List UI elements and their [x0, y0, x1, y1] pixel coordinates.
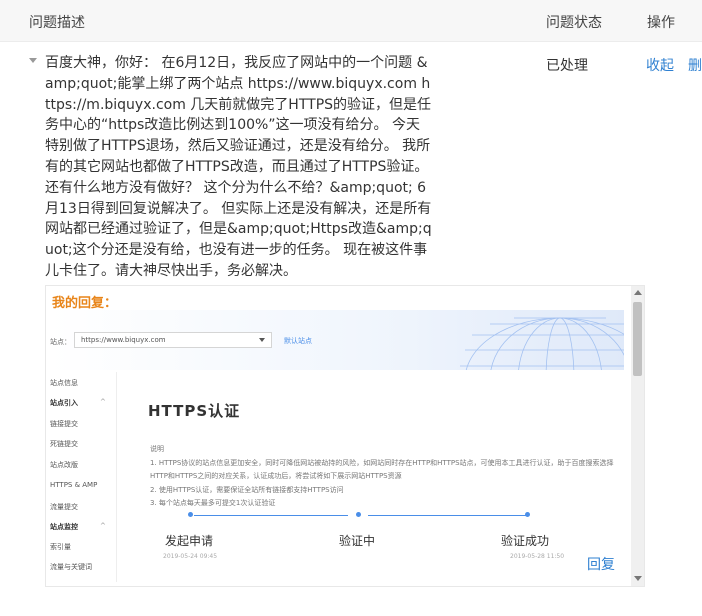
- reply-title: 我的回复：: [52, 296, 118, 311]
- scroll-thumb[interactable]: [633, 302, 642, 376]
- note-line: HTTP和HTTPS之间的对应关系，认证成功后，将尝试将如下展示网站HTTPS资…: [150, 472, 402, 480]
- site-label: 站点：: [50, 338, 71, 346]
- column-header-description: 问题描述: [29, 15, 85, 31]
- table-header: 问题描述 问题状态 操作: [0, 0, 702, 42]
- screenshot-sidebar-item: 流量与关键词: [50, 563, 92, 571]
- screenshot-sidebar-item: 链接提交: [50, 420, 78, 428]
- scroll-up-arrow-icon[interactable]: [634, 290, 642, 295]
- default-site-link: 默认站点: [284, 337, 312, 345]
- question-row: 百度大神，你好： 在6月12日，我反应了网站中的一个问题 &amp;quot;能…: [0, 42, 702, 616]
- step-date-success: 2019-05-28 11:50: [510, 553, 565, 560]
- step-label-success: 验证成功: [501, 534, 550, 548]
- step-label-verifying: 验证中: [339, 534, 376, 548]
- site-select-value: https://www.biquyx.com: [81, 336, 166, 344]
- column-header-actions: 操作: [647, 15, 675, 31]
- screenshot-sidebar-item: 站点改版: [50, 461, 78, 469]
- screenshot-sidebar-item: 站点监控: [50, 523, 78, 531]
- screenshot-sidebar-item: 流量提交: [50, 503, 78, 511]
- screenshot-sidebar-item: 死链提交: [50, 440, 78, 448]
- collapse-caret-icon[interactable]: [29, 58, 37, 63]
- attached-screenshot: 站点： https://www.biquyx.com 默认站点 站点信息 站点引…: [50, 310, 628, 582]
- screenshot-sidebar-item: 站点引入: [50, 399, 78, 407]
- chevron-down-icon: [259, 338, 265, 342]
- progress-line: [368, 515, 528, 516]
- step-dot: [525, 512, 530, 517]
- question-description: 百度大神，你好： 在6月12日，我反应了网站中的一个问题 &amp;quot;能…: [45, 55, 432, 279]
- step-dot: [188, 512, 193, 517]
- note-line: 说明: [150, 445, 164, 453]
- delete-link[interactable]: 删: [688, 55, 702, 75]
- screenshot-topbar: 站点： https://www.biquyx.com 默认站点: [50, 310, 624, 370]
- step-dot: [356, 512, 361, 517]
- column-header-status: 问题状态: [546, 15, 602, 31]
- https-page-title: HTTPS认证: [148, 402, 241, 420]
- note-line: 3. 每个站点每天最多可提交1次认证验证: [150, 499, 276, 507]
- chevron-up-icon: ^: [100, 398, 106, 406]
- scroll-down-arrow-icon[interactable]: [634, 576, 642, 581]
- screenshot-sidebar-item: 索引量: [50, 543, 71, 551]
- screenshot-sidebar-item: HTTPS & AMP: [50, 481, 98, 489]
- step-date-submit: 2019-05-24 09:45: [163, 553, 218, 560]
- step-label-submit: 发起申请: [165, 534, 214, 548]
- screenshot-content: HTTPS认证 说明 1. HTTPS协议的站点信息更加安全，同时可降低网站被劫…: [120, 372, 624, 582]
- progress-line: [194, 515, 348, 516]
- reply-scrollbar[interactable]: [631, 286, 644, 586]
- chevron-up-icon: ^: [100, 522, 106, 530]
- site-select: https://www.biquyx.com: [74, 332, 272, 348]
- collapse-link[interactable]: 收起: [646, 55, 674, 75]
- globe-decoration-icon: [460, 317, 624, 370]
- screenshot-sidebar: 站点信息站点引入 ^ 链接提交死链提交站点改版 HTTPS & AMP 流量提交站点监控…: [50, 372, 117, 582]
- note-line: 2. 使用HTTPS认证，需要保证全站所有链接都支持HTTPS访问: [150, 486, 344, 494]
- reply-link[interactable]: 回复: [587, 554, 615, 574]
- reply-panel: 我的回复： 站点： https://www.biquyx.com 默认站点 站点…: [45, 285, 645, 587]
- screenshot-sidebar-item: 站点信息: [50, 379, 78, 387]
- status-text: 已处理: [546, 58, 588, 74]
- note-line: 1. HTTPS协议的站点信息更加安全，同时可降低网站被劫持的风险，如网站同时存…: [150, 459, 614, 467]
